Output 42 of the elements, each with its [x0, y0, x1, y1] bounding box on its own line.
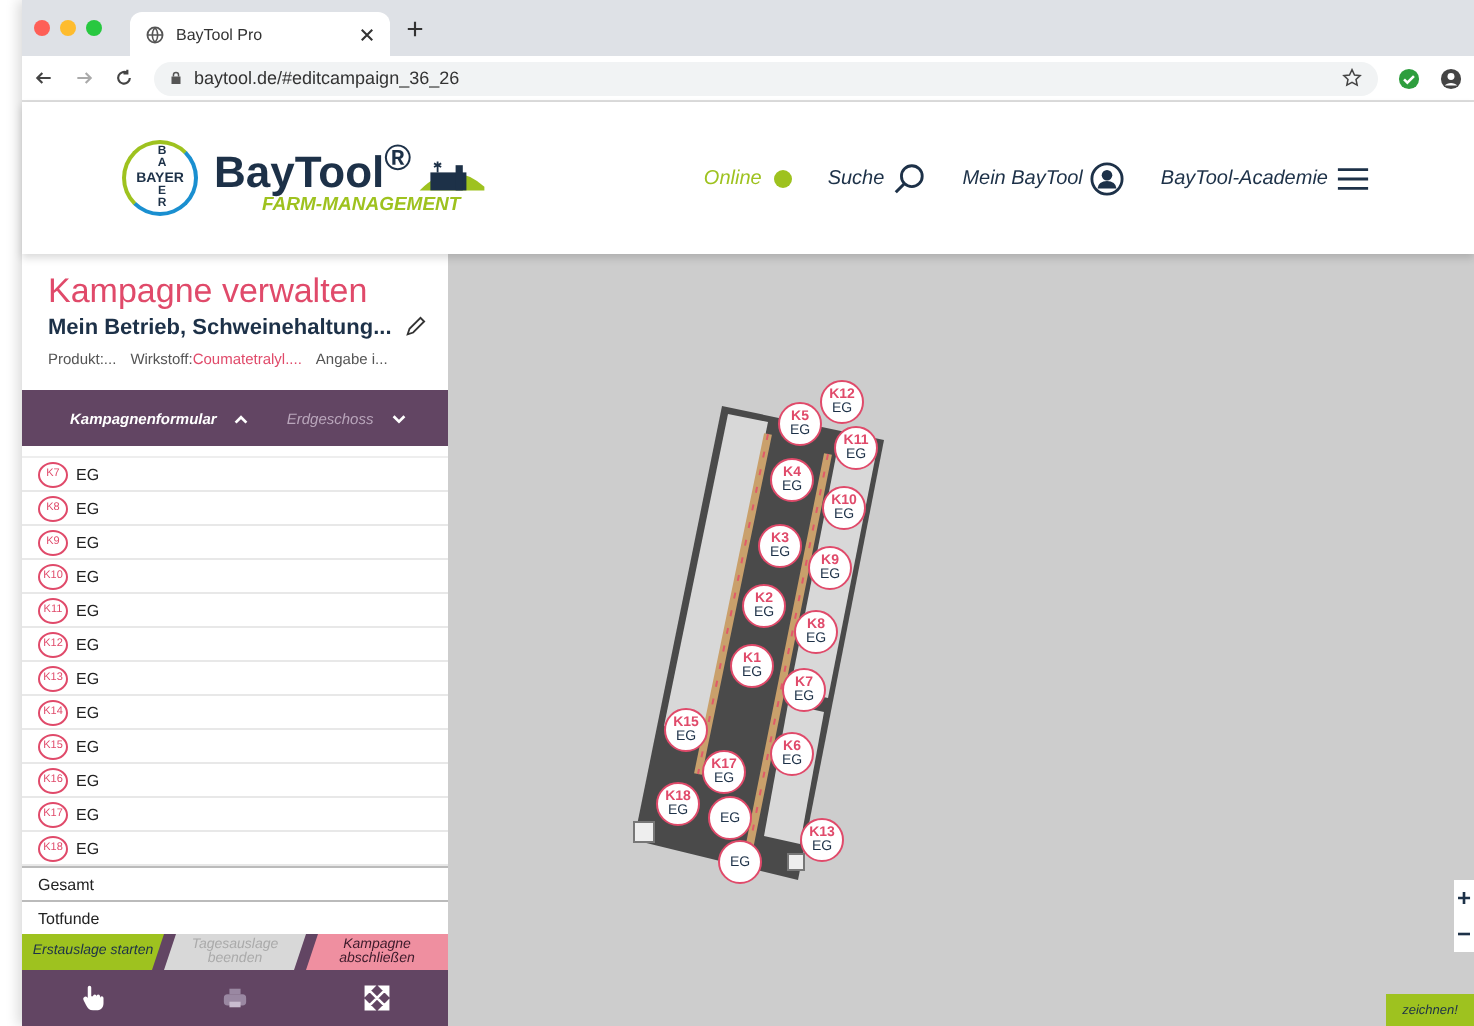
floor-label: EG — [76, 839, 100, 857]
zoom-button[interactable]: + — [1454, 880, 1474, 916]
floor-label: EG — [76, 805, 100, 823]
floor-label: EG — [76, 567, 100, 585]
back-arrow-icon[interactable] — [34, 68, 54, 88]
summary-row: Gesamt — [22, 866, 448, 900]
chevron-icon[interactable] — [389, 409, 408, 427]
floor-label: EG — [76, 669, 100, 687]
online-status: Online — [703, 167, 762, 189]
lock-icon — [170, 70, 182, 86]
floor-label: EG — [76, 499, 100, 517]
panel-title: Kampagne verwalten — [48, 274, 370, 312]
profile-icon[interactable] — [1440, 67, 1462, 89]
browser-tab[interactable]: BayTool Pro — [130, 12, 390, 56]
farm-name: Mein Betrieb, Schweinehaltung... — [48, 315, 392, 340]
new-tab-icon[interactable] — [406, 19, 424, 37]
printer-icon[interactable] — [222, 984, 248, 1012]
brand-tagline: FARM-MANAGEMENT — [262, 194, 464, 217]
floor-label: EG — [76, 465, 100, 483]
globe-icon — [146, 25, 164, 43]
floor-label: EG — [76, 737, 100, 755]
nav-link[interactable]: Suche — [827, 161, 927, 195]
reload-icon[interactable] — [114, 68, 134, 88]
hand-pointer-icon[interactable] — [80, 984, 106, 1012]
expand-icon[interactable] — [364, 984, 390, 1012]
address-field[interactable]: baytool.de/#editcampaign_36_26 — [154, 61, 1378, 95]
floor-label: EG — [76, 601, 100, 619]
farm-icon — [415, 158, 488, 195]
floor-label: EG — [76, 533, 100, 551]
nav-link[interactable]: BayTool-Academie — [1160, 161, 1370, 195]
nav-link[interactable]: Mein BayTool — [962, 161, 1125, 195]
brand-name: BayTool$^{®}$ — [214, 139, 412, 195]
zoom-button[interactable]: − — [1454, 916, 1474, 952]
floor-label: EG — [76, 771, 100, 789]
check-icon[interactable] — [1398, 67, 1420, 89]
close-tab-icon[interactable] — [360, 27, 374, 41]
floor-label: EG — [76, 703, 100, 721]
floor-label: EG — [76, 635, 100, 653]
search-icon — [892, 161, 927, 195]
user-icon — [1090, 161, 1125, 195]
star-icon[interactable] — [1342, 68, 1362, 88]
pencil-icon[interactable] — [403, 316, 426, 339]
